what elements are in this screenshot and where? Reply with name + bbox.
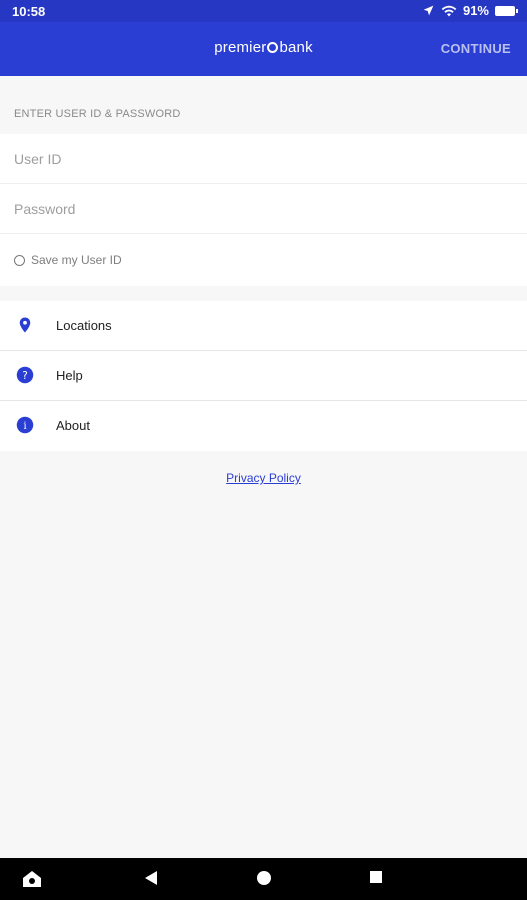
battery-percent: 91%: [462, 3, 489, 18]
brand-mark-icon: [267, 42, 279, 53]
menu-item-label: Locations: [56, 318, 112, 333]
battery-icon: [495, 5, 518, 16]
svg-text:i: i: [23, 421, 26, 432]
back-icon[interactable]: [144, 870, 158, 886]
app-bar: premier bank CONTINUE: [0, 22, 527, 76]
question-icon: ?: [16, 366, 34, 384]
save-user-id-label: Save my User ID: [31, 253, 122, 267]
menu-item-locations[interactable]: Locations: [0, 301, 527, 351]
svg-text:?: ?: [22, 370, 28, 382]
status-icons: 91%: [422, 3, 518, 18]
privacy-policy-row: Privacy Policy: [0, 471, 527, 485]
wifi-icon: [441, 5, 457, 17]
location-arrow-icon: [423, 5, 434, 16]
privacy-policy-link[interactable]: Privacy Policy: [226, 471, 301, 485]
menu-list: Locations ? Help i About: [0, 301, 527, 451]
user-id-field-row: [0, 134, 527, 184]
home-icon[interactable]: [256, 870, 272, 886]
info-icon: i: [16, 416, 34, 434]
status-bar: 10:58 91%: [0, 0, 527, 22]
user-id-input[interactable]: [0, 134, 527, 183]
menu-item-label: Help: [56, 368, 83, 383]
home-app-icon[interactable]: [22, 870, 42, 888]
recents-icon[interactable]: [369, 870, 383, 884]
password-field-row: [0, 184, 527, 234]
save-user-id-radio[interactable]: [14, 254, 25, 266]
status-time: 10:58: [12, 4, 46, 19]
menu-item-label: About: [56, 418, 90, 433]
system-nav-bar: [0, 858, 527, 900]
menu-item-help[interactable]: ? Help: [0, 351, 527, 401]
login-section-title: ENTER USER ID & PASSWORD: [14, 108, 181, 120]
menu-item-about[interactable]: i About: [0, 401, 527, 451]
save-user-id-option[interactable]: Save my User ID: [14, 253, 122, 267]
login-card: Save my User ID: [0, 134, 527, 286]
brand-text-right: bank: [279, 39, 313, 56]
password-input[interactable]: [0, 184, 527, 233]
continue-button[interactable]: CONTINUE: [441, 41, 511, 56]
location-pin-icon: [19, 317, 31, 333]
brand-text-left: premier: [214, 39, 267, 56]
